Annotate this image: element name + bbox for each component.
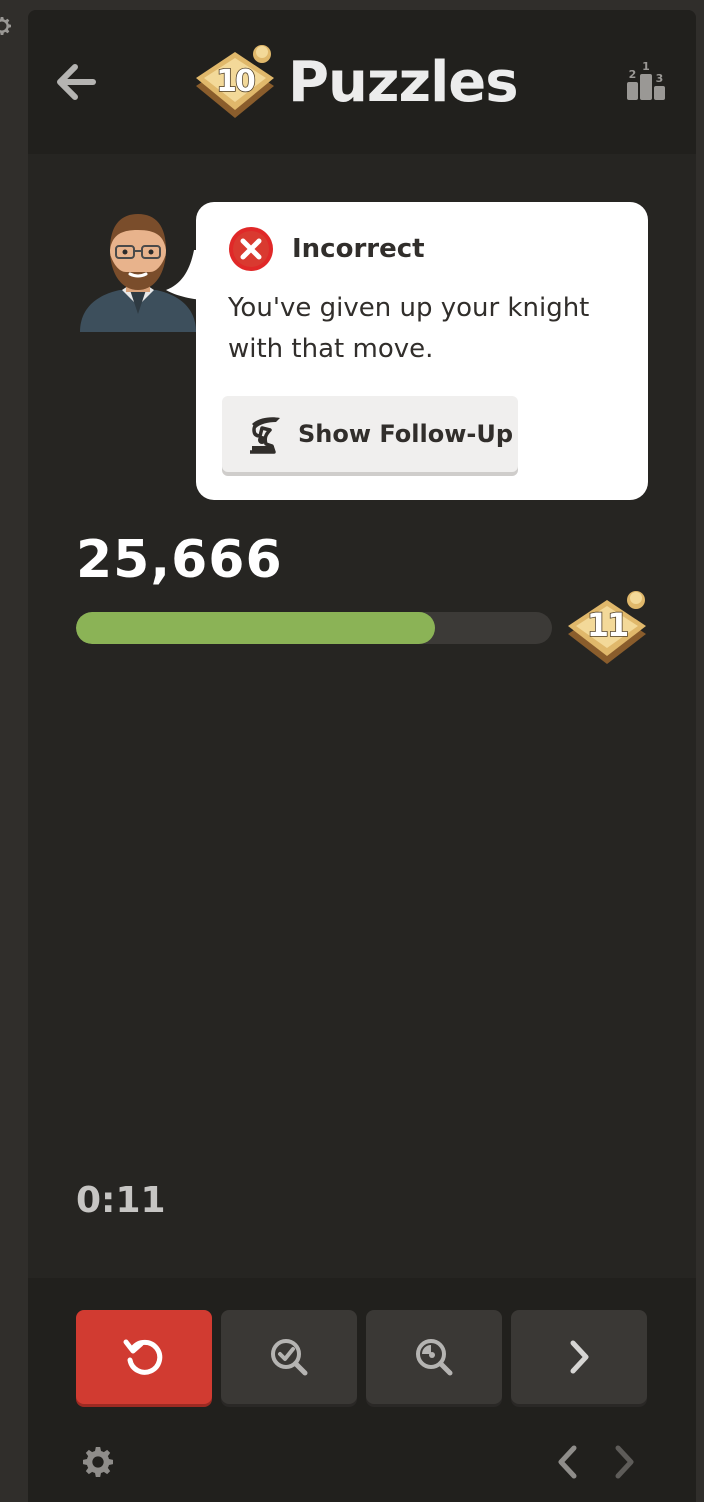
leaderboard-button[interactable]: 2 1 3 xyxy=(622,56,670,104)
level-progress-bar xyxy=(76,612,552,644)
knight-arrow-icon xyxy=(250,417,280,454)
left-edge-strip xyxy=(0,0,28,1502)
control-footer xyxy=(28,1278,696,1502)
gear-icon xyxy=(83,1447,113,1477)
podium-second-digit: 2 xyxy=(629,68,637,81)
next-move-button[interactable] xyxy=(608,1442,640,1482)
partial-gear-icon[interactable] xyxy=(0,14,14,38)
chevron-left-icon xyxy=(558,1445,577,1479)
puzzle-timer: 0:11 xyxy=(76,1180,166,1221)
magnify-key-icon xyxy=(416,1339,453,1376)
settings-button[interactable] xyxy=(78,1442,118,1482)
level-badge: 10 xyxy=(192,40,278,124)
previous-move-button[interactable] xyxy=(552,1442,584,1482)
panel-header: 10 Puzzles 2 1 3 xyxy=(28,10,696,154)
hint-button[interactable] xyxy=(221,1310,357,1404)
show-follow-up-button[interactable]: Show Follow-Up xyxy=(222,396,518,472)
feedback-bubble: Incorrect You've given up your knight wi… xyxy=(196,202,648,500)
next-puzzle-button[interactable] xyxy=(511,1310,647,1404)
app-root: 10 Puzzles 2 1 3 Incorrect You've given … xyxy=(0,0,704,1502)
feedback-status-label: Incorrect xyxy=(292,234,425,264)
page-title-group: 10 Puzzles xyxy=(192,40,519,124)
next-level-number: 11 xyxy=(586,605,630,645)
arrow-left-icon xyxy=(57,64,96,100)
magnify-check-icon xyxy=(271,1339,308,1376)
puzzle-score: 25,666 xyxy=(76,530,283,590)
leaderboard-podium-icon: 2 1 3 xyxy=(627,60,665,100)
retry-icon xyxy=(123,1339,163,1375)
chevron-right-icon xyxy=(570,1340,589,1374)
feedback-status-row: Incorrect xyxy=(228,226,425,272)
solution-button[interactable] xyxy=(366,1310,502,1404)
puzzle-panel: 10 Puzzles 2 1 3 Incorrect You've given … xyxy=(28,10,696,1502)
feedback-message: You've given up your knight with that mo… xyxy=(228,293,590,364)
page-title: Puzzles xyxy=(288,49,519,115)
chevron-right-icon xyxy=(615,1445,634,1479)
back-button[interactable] xyxy=(52,58,100,106)
retry-button[interactable] xyxy=(76,1310,212,1404)
level-progress-fill xyxy=(76,612,436,644)
podium-third-digit: 3 xyxy=(656,72,664,85)
level-badge-number: 10 xyxy=(215,63,256,100)
x-circle-icon xyxy=(229,227,273,271)
next-level-badge: 11 xyxy=(562,588,652,668)
show-follow-up-label: Show Follow-Up xyxy=(298,420,514,448)
podium-first-digit: 1 xyxy=(642,60,650,73)
